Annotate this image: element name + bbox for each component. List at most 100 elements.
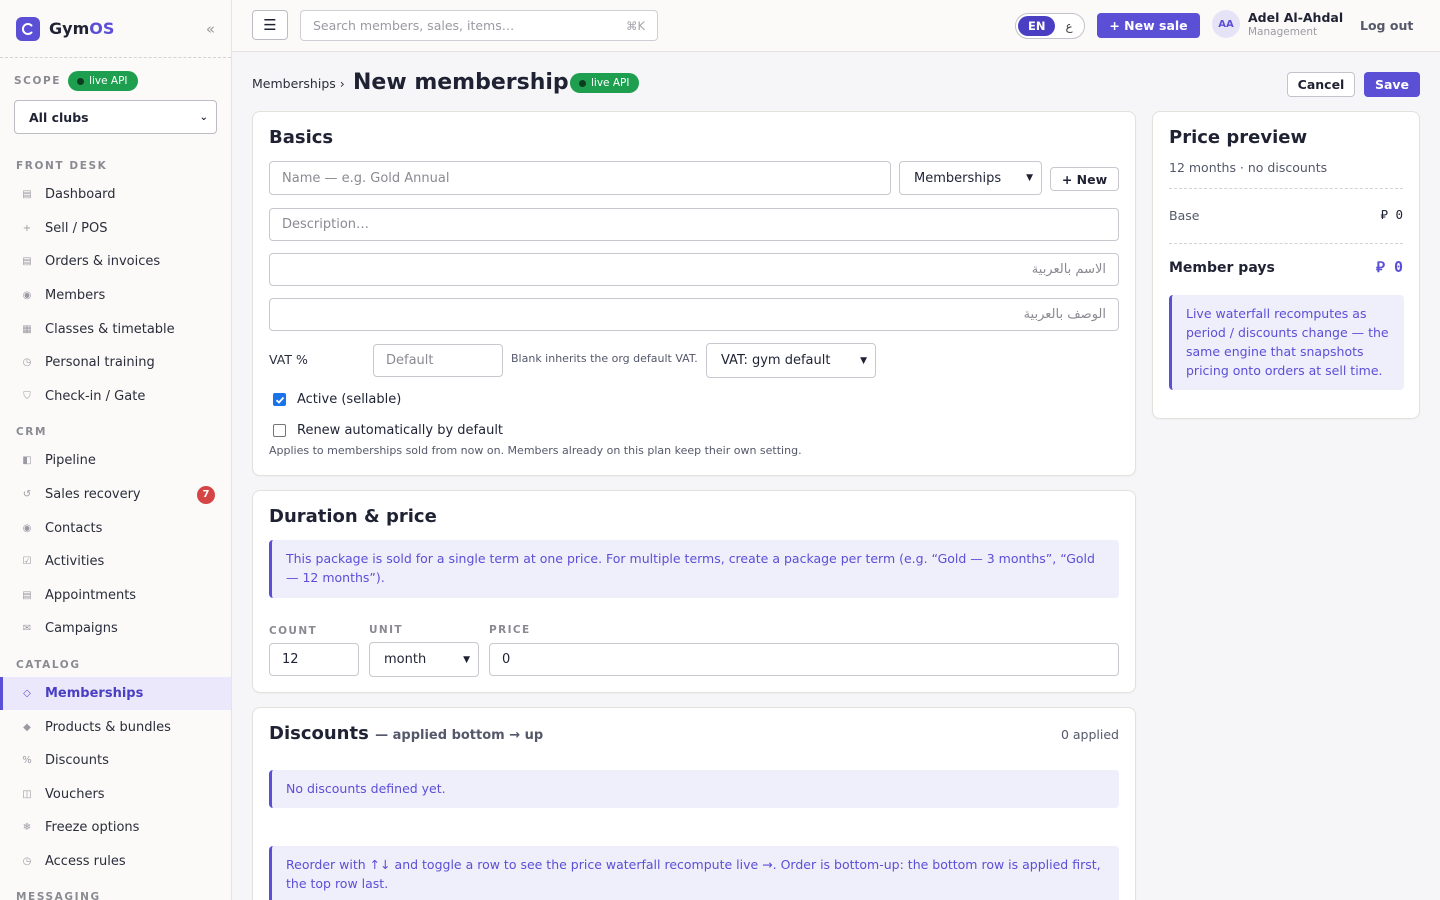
logout-button[interactable]: Log out <box>1360 18 1413 33</box>
sidebar-item-memberships[interactable]: ◇ Memberships <box>0 676 231 711</box>
hamburger-icon: ☰ <box>263 16 277 34</box>
user-role: Management <box>1248 26 1318 38</box>
nav-group-label: FRONT DESK <box>16 160 108 172</box>
basics-card: Basics Name — e.g. Gold Annual Membershi… <box>252 111 1136 476</box>
search-placeholder: Search members, sales, items… <box>313 18 515 33</box>
discounts-icon: % <box>22 755 32 767</box>
sell-pos-icon: + <box>22 222 32 234</box>
pipeline-icon: ◧ <box>22 455 32 467</box>
chevron-down-icon: ▼ <box>463 654 470 665</box>
lang-ar-option[interactable]: ع <box>1065 19 1072 33</box>
new-category-button[interactable]: + New <box>1050 167 1119 191</box>
menu-button[interactable]: ☰ <box>252 10 288 40</box>
club-select[interactable]: All clubs ⌄ <box>14 100 217 134</box>
renew-checkbox[interactable] <box>273 424 286 437</box>
breadcrumb[interactable]: Memberships › <box>252 76 345 91</box>
sidebar-item-label: Vouchers <box>45 786 105 802</box>
collapse-sidebar-icon[interactable]: « <box>206 20 215 38</box>
nav-group-label: CRM <box>16 426 48 439</box>
lang-en-option[interactable]: EN <box>1018 16 1056 36</box>
topbar: ☰ Search members, sales, items… ⌘K EN ع … <box>232 0 1440 52</box>
currency-icon: ⃁ <box>1380 207 1388 222</box>
sidebar-item-freeze-options[interactable]: ❄ Freeze options <box>0 811 231 845</box>
discounts-card: Discounts — applied bottom → up 0 applie… <box>252 707 1136 900</box>
sidebar-item-label: Classes & timetable <box>45 321 175 337</box>
user-menu[interactable]: AA Adel Al-Ahdal Management <box>1212 10 1343 38</box>
sidebar-item-sales-recovery[interactable]: ↺ Sales recovery 7 <box>0 478 231 512</box>
sidebar-item-discounts[interactable]: % Discounts <box>0 744 231 778</box>
unit-select[interactable]: month ▼ <box>369 642 479 677</box>
logo-icon <box>16 16 40 41</box>
duration-title: Duration & price <box>269 506 437 527</box>
sidebar-item-label: Campaigns <box>45 621 118 637</box>
vat-field[interactable]: Default <box>373 344 503 377</box>
price-field[interactable]: 0 <box>489 643 1119 676</box>
sidebar-item-label: Contacts <box>45 520 103 536</box>
vat-select[interactable]: VAT: gym default ▼ <box>706 343 876 378</box>
active-label: Active (sellable) <box>297 392 402 407</box>
divider <box>1169 188 1403 189</box>
save-button[interactable]: Save <box>1364 72 1420 97</box>
sidebar-item-access-rules[interactable]: ◷ Access rules <box>0 845 231 879</box>
sidebar-item-pipeline[interactable]: ◧ Pipeline <box>0 444 231 478</box>
language-toggle[interactable]: EN ع <box>1015 13 1085 39</box>
sidebar-item-contacts[interactable]: ◉ Contacts <box>0 511 231 545</box>
sidebar-item-label: Members <box>45 288 106 304</box>
sidebar-item-products-bundles[interactable]: ◆ Products & bundles <box>0 710 231 744</box>
discounts-applied-count: 0 applied <box>1060 727 1119 742</box>
sidebar-item-label: Discounts <box>45 753 109 769</box>
renew-checkbox-row[interactable]: Renew automatically by default <box>273 423 503 438</box>
vat-hint: Blank inherits the org default VAT. <box>511 352 698 365</box>
base-value: ⃁ 0 <box>1380 207 1404 222</box>
unit-label: UNIT <box>369 624 403 636</box>
sidebar-item-personal-training[interactable]: ◷ Personal training <box>0 346 231 380</box>
cancel-button[interactable]: Cancel <box>1287 72 1355 97</box>
activities-icon: ☑ <box>22 556 32 568</box>
search-input[interactable]: Search members, sales, items… ⌘K <box>300 10 658 41</box>
members-icon: ◉ <box>22 290 32 302</box>
discounts-title: Discounts — applied bottom → up <box>269 723 544 744</box>
count-badge: 7 <box>197 485 215 504</box>
count-label: COUNT <box>269 625 318 637</box>
sidebar: GymOS « SCOPE live API All clubs ⌄ FRONT … <box>0 0 232 900</box>
sales-recovery-icon: ↺ <box>22 489 32 501</box>
sidebar-item-members[interactable]: ◉ Members <box>0 279 231 313</box>
base-row: Base ⃁ 0 <box>1169 207 1403 223</box>
sidebar-item-orders-invoices[interactable]: ▤ Orders & invoices <box>0 245 231 279</box>
description-field[interactable]: Description… <box>269 208 1119 241</box>
name-field[interactable]: Name — e.g. Gold Annual <box>269 161 891 195</box>
active-checkbox[interactable] <box>273 393 286 406</box>
sidebar-item-appointments[interactable]: ▤ Appointments <box>0 579 231 613</box>
sidebar-item-label: Products & bundles <box>45 719 171 735</box>
active-checkbox-row[interactable]: Active (sellable) <box>273 392 401 407</box>
sidebar-item-activities[interactable]: ☑ Activities <box>0 545 231 579</box>
new-sale-button[interactable]: + New sale <box>1097 13 1200 38</box>
name-ar-field[interactable]: الاسم بالعربية <box>269 253 1119 286</box>
contacts-icon: ◉ <box>22 522 32 534</box>
sidebar-item-label: Dashboard <box>45 187 116 203</box>
sidebar-item-label: Sales recovery <box>45 487 141 503</box>
classes-timetable-icon: ▦ <box>22 323 32 335</box>
sidebar-item-classes-timetable[interactable]: ▦ Classes & timetable <box>0 312 231 346</box>
count-field[interactable]: 12 <box>269 643 359 676</box>
sidebar-item-check-in-gate[interactable]: ⛉ Check-in / Gate <box>0 380 231 414</box>
vat-label: VAT % <box>269 352 308 367</box>
brand-name: GymOS <box>49 19 115 38</box>
sidebar-item-campaigns[interactable]: ✉ Campaigns <box>0 612 231 646</box>
sidebar-item-vouchers[interactable]: ◫ Vouchers <box>0 778 231 812</box>
user-name: Adel Al-Ahdal <box>1248 10 1344 25</box>
price-preview-title: Price preview <box>1169 127 1308 148</box>
sidebar-item-sell-pos[interactable]: + Sell / POS <box>0 212 231 246</box>
category-select[interactable]: Memberships ▼ <box>899 161 1042 195</box>
discounts-empty: No discounts defined yet. <box>269 770 1119 808</box>
nav-group-label: MESSAGING <box>16 891 101 900</box>
price-label: PRICE <box>489 624 531 636</box>
divider <box>1169 243 1403 244</box>
sidebar-item-label: Personal training <box>45 355 155 371</box>
status-dot-icon <box>77 77 85 85</box>
orders-invoices-icon: ▤ <box>22 256 32 268</box>
currency-icon: ⃁ <box>1376 258 1385 276</box>
description-ar-field[interactable]: الوصف بالعربية <box>269 298 1119 331</box>
sidebar-item-dashboard[interactable]: ▤ Dashboard <box>0 178 231 212</box>
discounts-subtitle: — applied bottom → up <box>375 728 544 743</box>
